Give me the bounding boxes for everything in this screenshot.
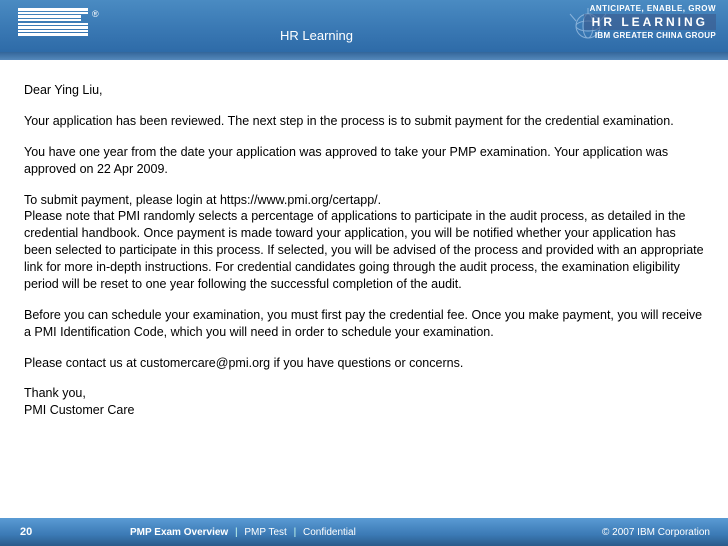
separator: | xyxy=(294,527,297,538)
greeting: Dear Ying Liu, xyxy=(24,82,704,99)
footer-sub2: Confidential xyxy=(303,527,356,538)
slide-header: ® HR Learning ANTICIPATE, ENABLE, GROW H… xyxy=(0,0,728,52)
footer-breadcrumb: PMP Exam Overview | PMP Test | Confident… xyxy=(130,527,356,538)
tagline: ANTICIPATE, ENABLE, GROW xyxy=(584,4,716,13)
paragraph-payment-block: To submit payment, please login at https… xyxy=(24,192,704,293)
copyright: © 2007 IBM Corporation xyxy=(602,527,710,538)
hr-learning-badge: HR LEARNING xyxy=(584,14,716,30)
paragraph-contact: Please contact us at customercare@pmi.or… xyxy=(24,355,704,372)
paragraph-submit-payment: To submit payment, please login at https… xyxy=(24,192,704,209)
slide-footer: 20 PMP Exam Overview | PMP Test | Confid… xyxy=(0,518,728,546)
footer-sub1: PMP Test xyxy=(244,527,286,538)
header-right: ANTICIPATE, ENABLE, GROW HR LEARNING IBM… xyxy=(584,4,716,40)
header-divider xyxy=(0,52,728,60)
page-number: 20 xyxy=(20,526,32,538)
paragraph-credential-fee: Before you can schedule your examination… xyxy=(24,307,704,341)
registered-mark: ® xyxy=(92,9,99,19)
paragraph-audit-note: Please note that PMI randomly selects a … xyxy=(24,208,704,292)
footer-title: PMP Exam Overview xyxy=(130,527,228,538)
thanks: Thank you, xyxy=(24,385,704,402)
ibm-logo-bars xyxy=(18,8,88,36)
letter-body: Dear Ying Liu, Your application has been… xyxy=(0,60,728,419)
section-label: HR Learning xyxy=(280,28,353,43)
paragraph-reviewed: Your application has been reviewed. The … xyxy=(24,113,704,130)
ibm-logo: ® xyxy=(18,8,99,36)
separator: | xyxy=(235,527,238,538)
region-label: IBM GREATER CHINA GROUP xyxy=(584,31,716,40)
signature: PMI Customer Care xyxy=(24,402,704,419)
paragraph-one-year: You have one year from the date your app… xyxy=(24,144,704,178)
